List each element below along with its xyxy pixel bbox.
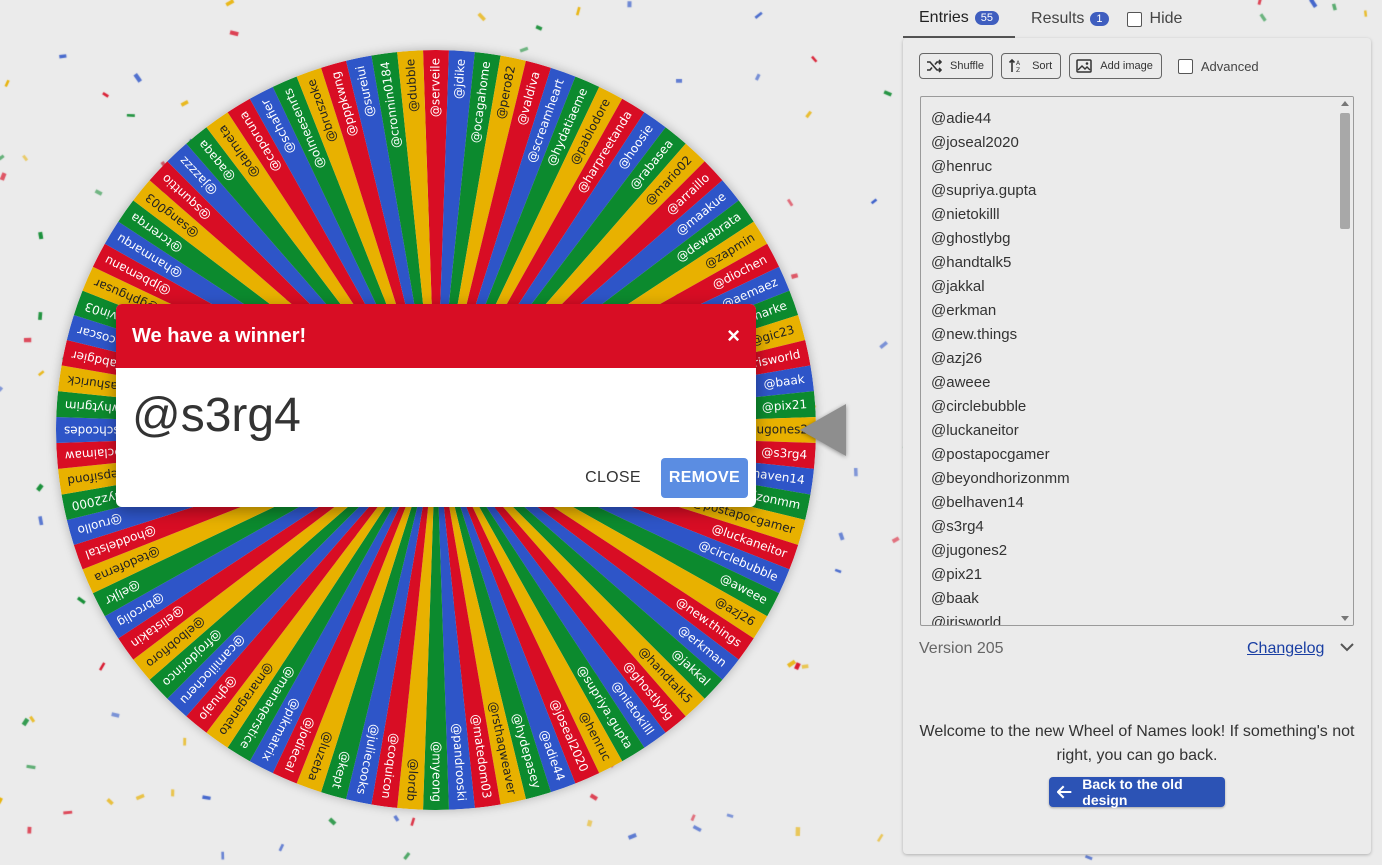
entry-item: @s3rg4 bbox=[931, 518, 984, 535]
winner-dialog-actions: CLOSE REMOVE bbox=[575, 458, 748, 498]
shuffle-label: Shuffle bbox=[950, 60, 985, 72]
entry-item: @aweee bbox=[931, 374, 991, 391]
wheel-pointer-icon bbox=[800, 404, 846, 456]
wheel-slice-label: @lordb bbox=[404, 758, 421, 801]
winner-dialog-body: @s3rg4 bbox=[116, 368, 756, 443]
tab-entries[interactable]: Entries 55 bbox=[903, 0, 1016, 38]
image-icon bbox=[1076, 59, 1092, 73]
entry-item: @ghostlybg bbox=[931, 230, 1011, 247]
entry-item: @adie44 bbox=[931, 110, 992, 127]
close-icon[interactable]: × bbox=[727, 325, 740, 347]
shuffle-icon bbox=[927, 59, 942, 73]
back-button-label: Back to the old design bbox=[1082, 776, 1183, 808]
entry-item: @erkman bbox=[931, 302, 997, 319]
close-button[interactable]: CLOSE bbox=[575, 459, 651, 497]
svg-text:Z: Z bbox=[1016, 67, 1020, 74]
hide-label: Hide bbox=[1149, 10, 1183, 27]
tab-results[interactable]: Results 1 bbox=[1015, 1, 1124, 37]
add-image-button[interactable]: Add image bbox=[1069, 53, 1162, 79]
results-count-badge: 1 bbox=[1090, 12, 1109, 26]
panel-tabs: Entries 55 Results 1 Hide bbox=[903, 0, 1373, 38]
sort-label: Sort bbox=[1032, 60, 1053, 72]
hide-toggle[interactable]: Hide bbox=[1126, 10, 1183, 28]
entries-panel: Shuffle A Z Sort Add image Advanced @adi… bbox=[903, 38, 1371, 854]
entry-item: @pix21 bbox=[931, 566, 983, 583]
back-to-old-design-button[interactable]: Back to the old design bbox=[1049, 776, 1225, 808]
tab-results-label: Results bbox=[1031, 10, 1085, 27]
winner-dialog: We have a winner! × @s3rg4 CLOSE REMOVE bbox=[116, 304, 756, 507]
advanced-label: Advanced bbox=[1200, 58, 1259, 74]
entry-item: @nietokilll bbox=[931, 206, 1000, 223]
wheel-slice-label: @myeong bbox=[430, 741, 444, 802]
sort-icon: A Z bbox=[1008, 58, 1021, 74]
entry-item: @new.things bbox=[931, 326, 1018, 343]
scroll-down-arrow-icon[interactable] bbox=[1341, 616, 1349, 621]
entry-item: @circlebubble bbox=[931, 398, 1027, 415]
scroll-thumb[interactable] bbox=[1340, 113, 1350, 229]
entries-count-badge: 55 bbox=[974, 11, 1000, 25]
entries-textarea[interactable]: @adie44 @joseal2020 @henruc @supriya.gupta @… bbox=[920, 96, 1354, 626]
entry-item: @belhaven14 bbox=[931, 494, 1024, 511]
entry-item: @jakkal bbox=[931, 278, 985, 295]
winner-name: @s3rg4 bbox=[132, 389, 301, 442]
entry-item: @baak bbox=[931, 590, 979, 607]
chevron-down-icon[interactable] bbox=[1340, 642, 1354, 652]
entry-item: @beyondhorizonmm bbox=[931, 470, 1070, 487]
entry-item: @luckaneitor bbox=[931, 422, 1019, 439]
scroll-up-arrow-icon[interactable] bbox=[1341, 101, 1349, 106]
advanced-checkbox[interactable] bbox=[1177, 58, 1193, 74]
wheel-slice-label: @serveile bbox=[429, 58, 443, 117]
entry-item: @henruc bbox=[931, 158, 993, 175]
version-text: Version 205 bbox=[919, 640, 1004, 657]
entries-list: @adie44 @joseal2020 @henruc @supriya.gupta @… bbox=[931, 107, 1070, 626]
entry-item: @supriya.gupta bbox=[931, 182, 1037, 199]
entry-item: @irisworld bbox=[931, 614, 1002, 626]
entries-toolbar: Shuffle A Z Sort Add image Advanced bbox=[919, 53, 1259, 79]
entry-item: @jugones2 bbox=[931, 542, 1008, 559]
entry-item: @handtalk5 bbox=[931, 254, 1012, 271]
add-image-label: Add image bbox=[1100, 60, 1153, 72]
entries-scrollbar[interactable] bbox=[1337, 97, 1353, 625]
winner-dialog-title: We have a winner! bbox=[132, 324, 307, 347]
wheel-slice-label: @jdike bbox=[451, 58, 468, 99]
remove-button[interactable]: REMOVE bbox=[660, 458, 748, 498]
advanced-toggle[interactable]: Advanced bbox=[1177, 58, 1259, 74]
welcome-message: Welcome to the new Wheel of Names look! … bbox=[919, 723, 1355, 764]
winner-dialog-header: We have a winner! × bbox=[116, 304, 756, 368]
hide-checkbox[interactable] bbox=[1126, 11, 1142, 27]
svg-text:A: A bbox=[1016, 60, 1021, 67]
shuffle-button[interactable]: Shuffle bbox=[919, 53, 994, 79]
tab-entries-label: Entries bbox=[919, 9, 969, 26]
arrow-left-icon bbox=[1057, 785, 1072, 799]
changelog-link[interactable]: Changelog bbox=[1247, 640, 1324, 658]
entry-item: @postapocgamer bbox=[931, 446, 1050, 463]
sort-button[interactable]: A Z Sort bbox=[1001, 53, 1062, 79]
entry-item: @joseal2020 bbox=[931, 134, 1019, 151]
entry-item: @azj26 bbox=[931, 350, 983, 367]
